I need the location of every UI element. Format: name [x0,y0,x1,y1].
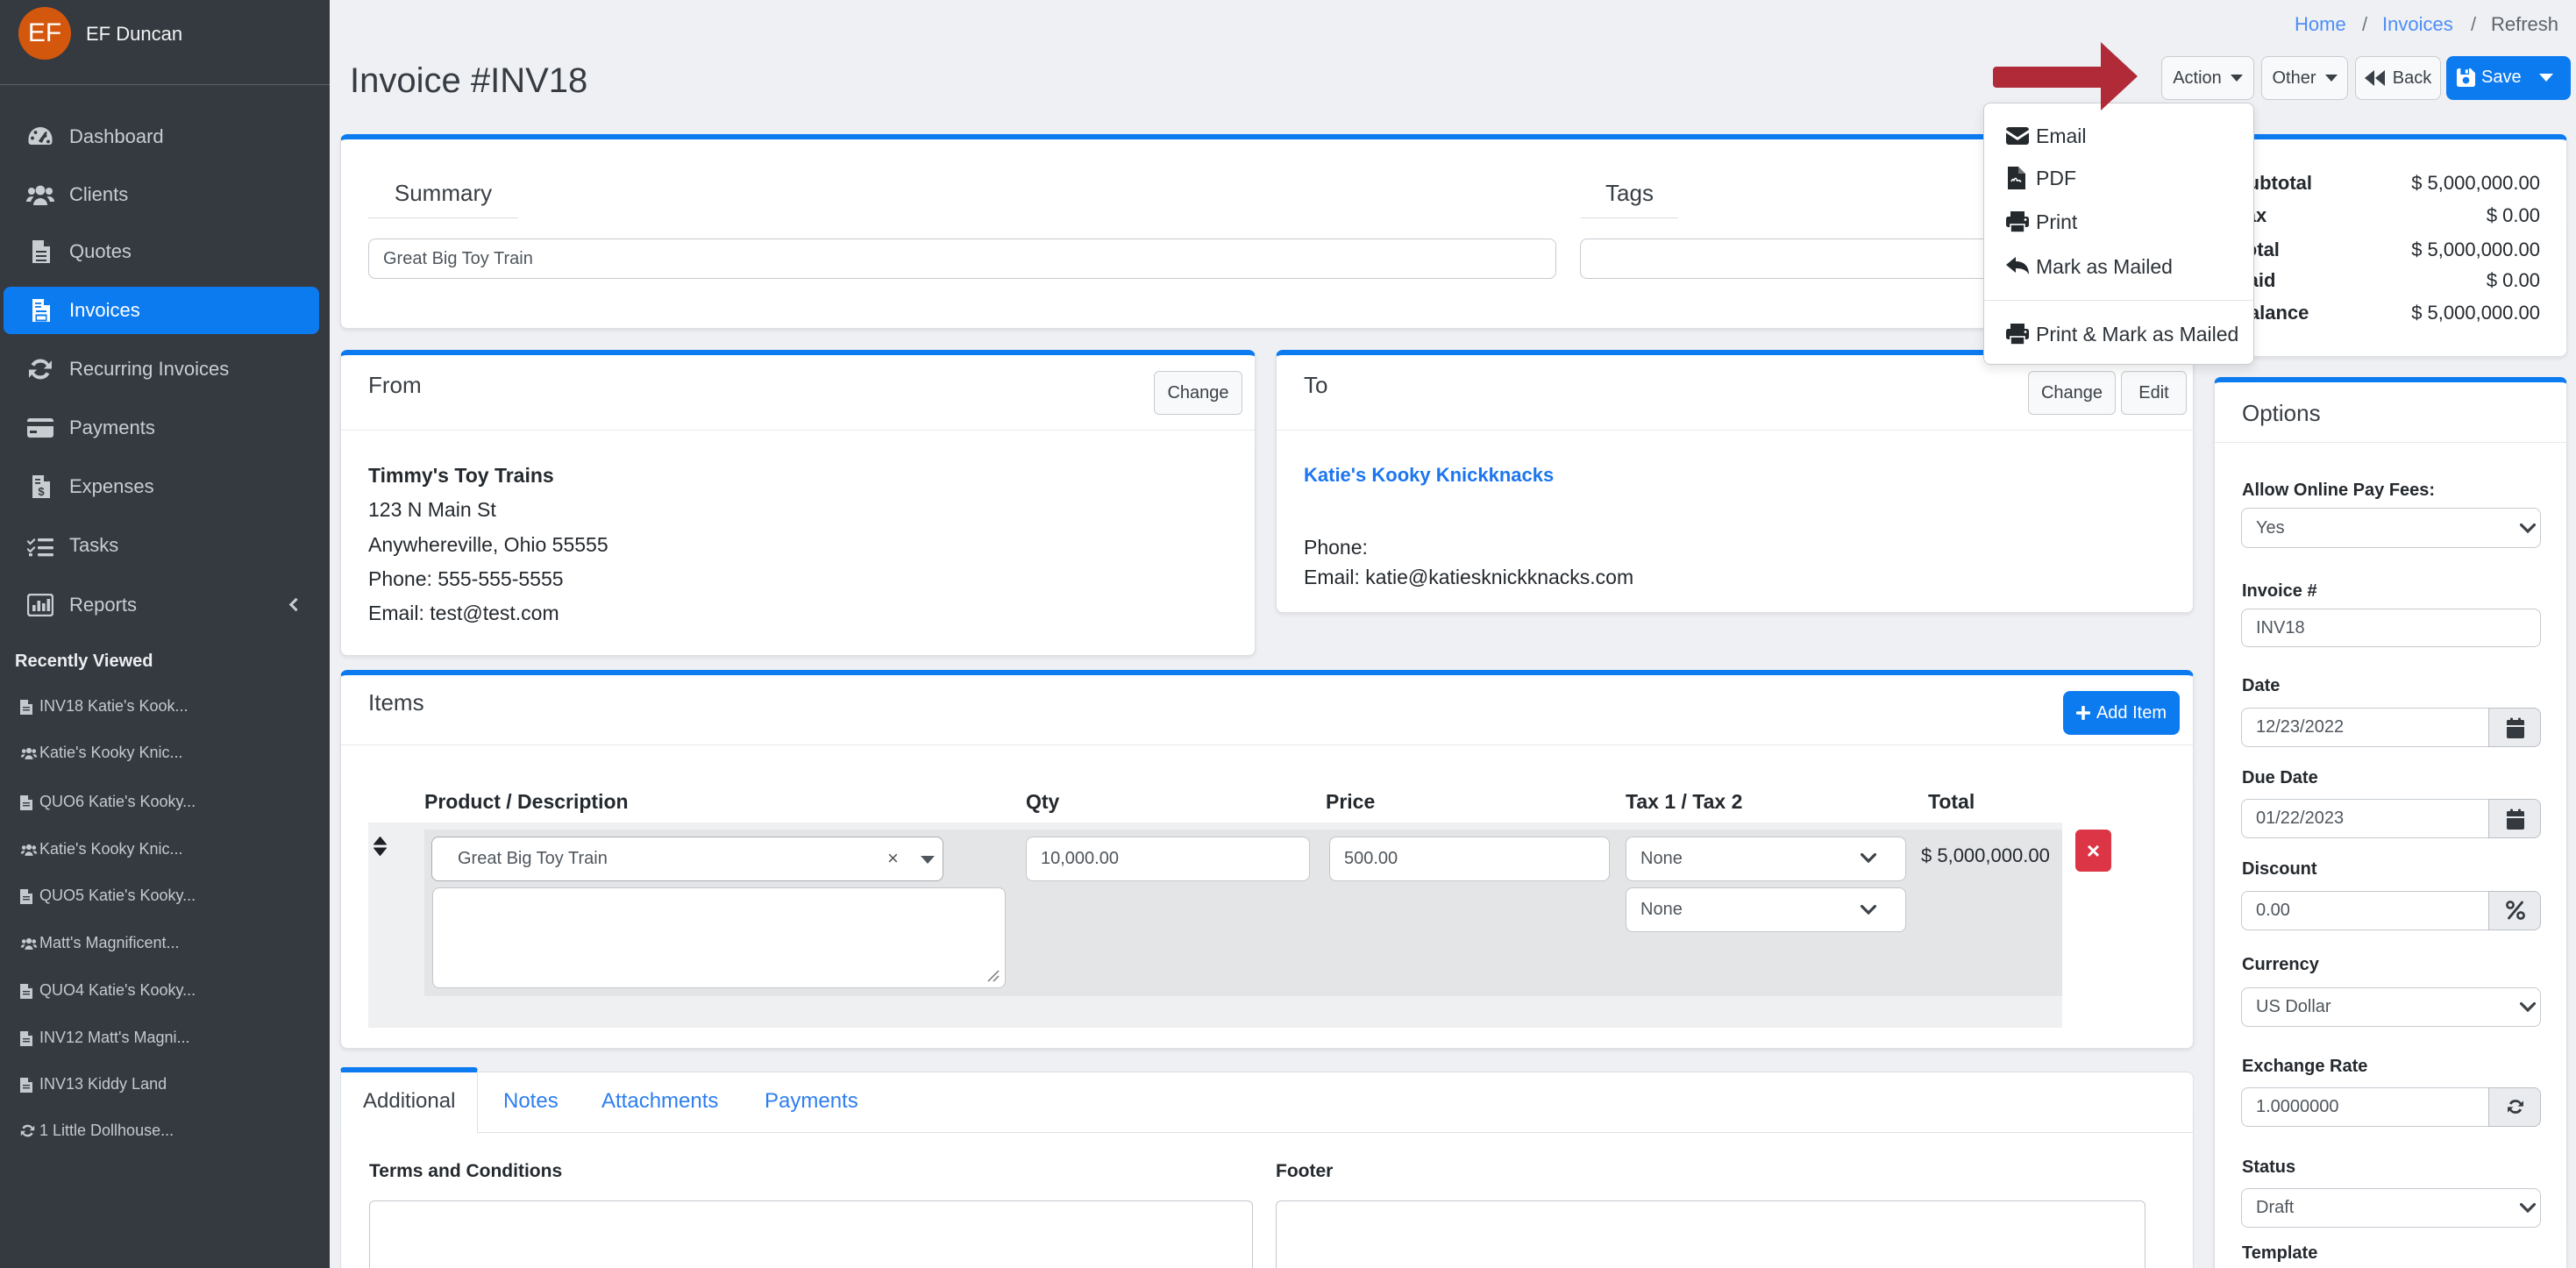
svg-text:$: $ [38,485,45,498]
